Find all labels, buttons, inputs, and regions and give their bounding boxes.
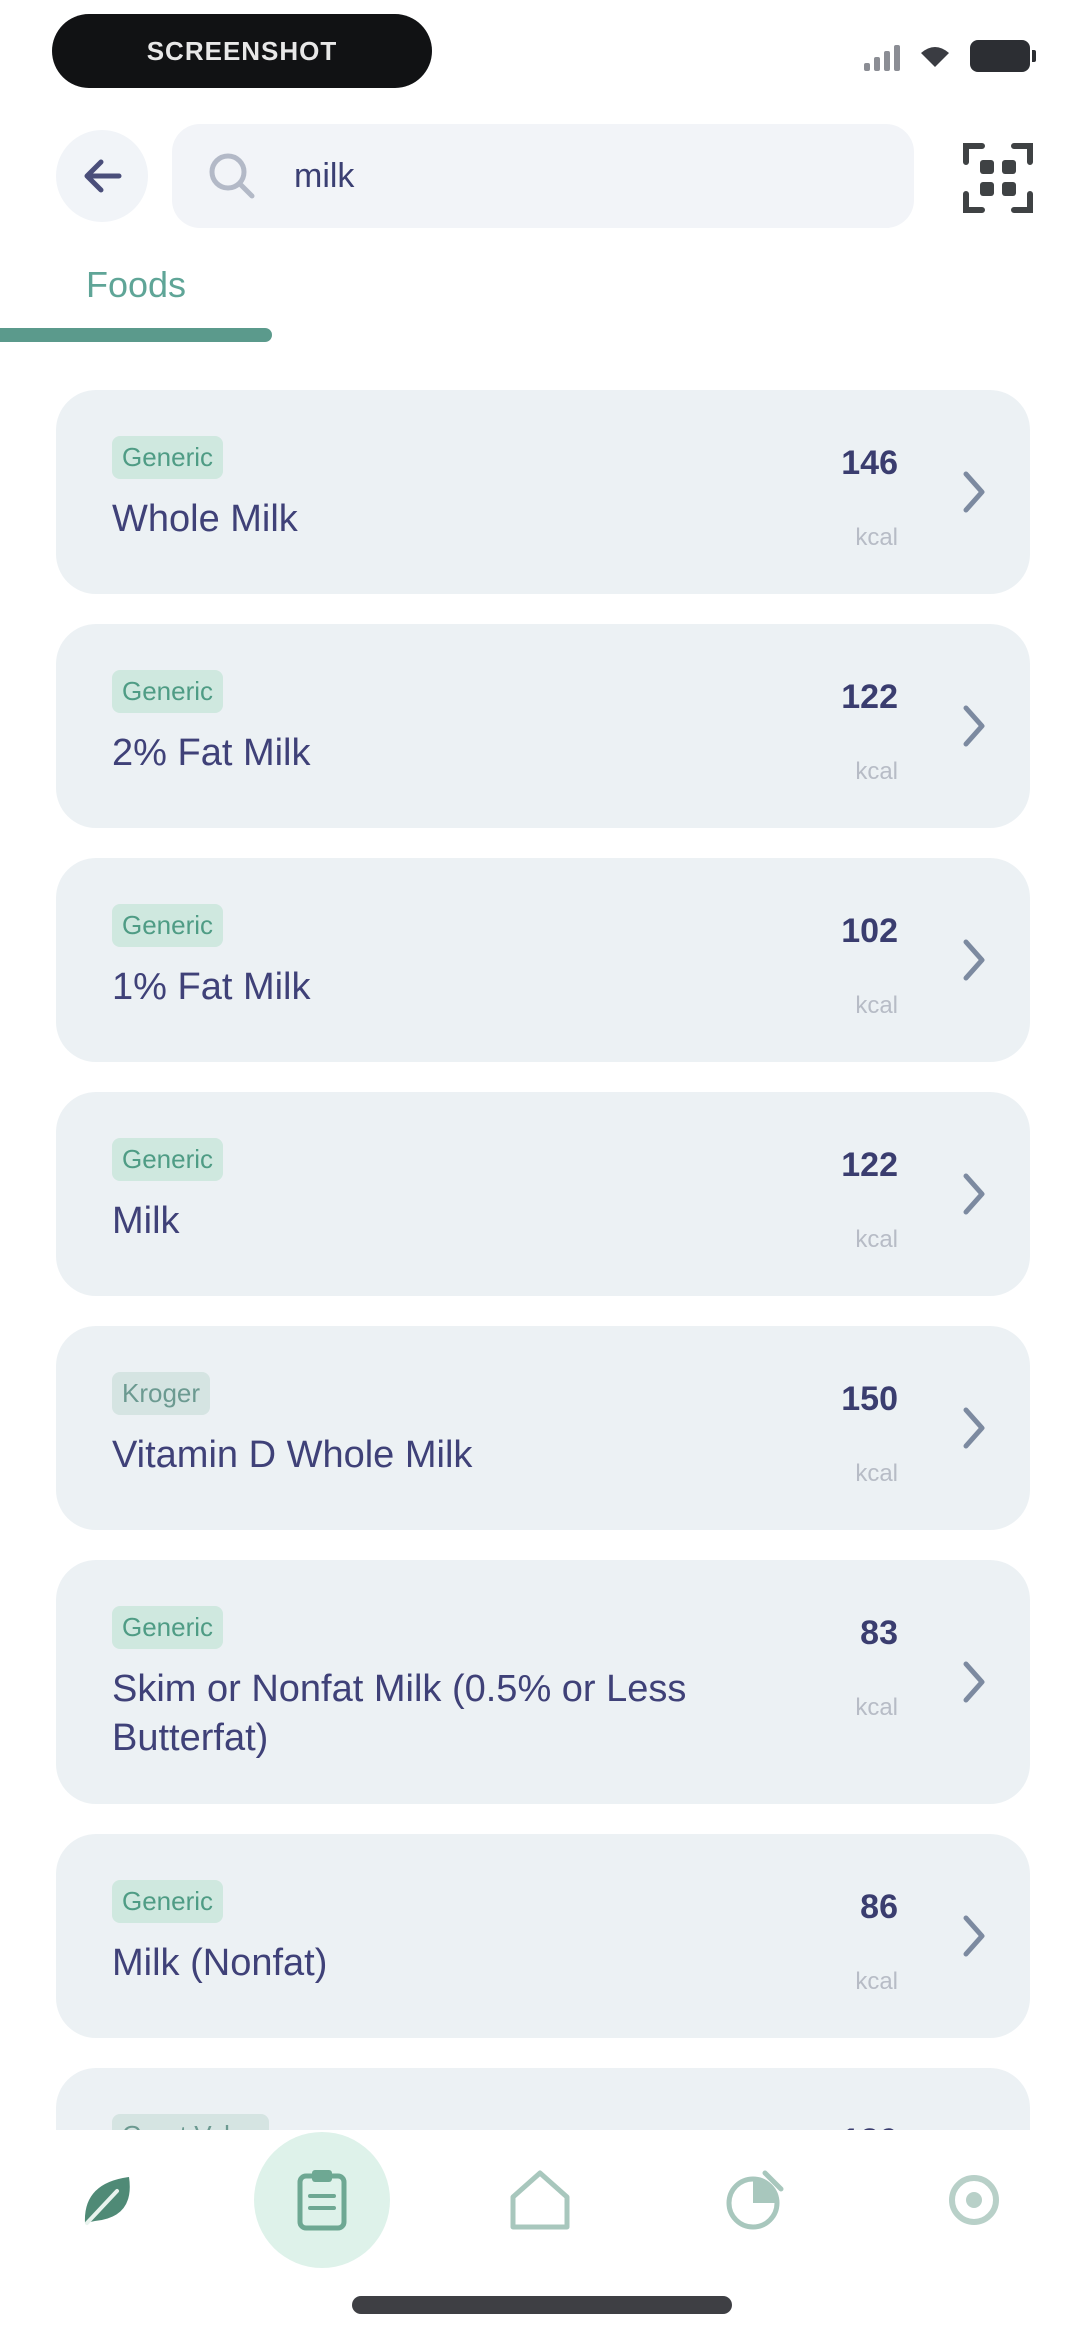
chart-icon	[726, 2170, 784, 2230]
nav-item-progress[interactable]	[686, 2130, 826, 2270]
food-calories: 83	[860, 1614, 898, 1652]
tab-foods-indicator	[0, 328, 272, 342]
food-calorie-unit: kcal	[855, 1226, 898, 1253]
search-input[interactable]	[294, 156, 854, 196]
food-source-tag: Kroger	[112, 1372, 211, 1415]
food-calories: 150	[841, 1380, 898, 1418]
food-card[interactable]: Kroger Vitamin D Whole Milk 150 kcal	[56, 1326, 1030, 1530]
food-calories: 86	[860, 1887, 898, 1926]
food-card[interactable]: Generic Whole Milk 146 kcal	[56, 390, 1030, 594]
screen-recording-pill: SCREENSHOT	[52, 14, 432, 88]
food-name: 2% Fat Milk	[112, 732, 311, 774]
battery-icon	[970, 40, 1036, 72]
nav-active-indicator	[254, 2132, 390, 2268]
wifi-icon	[921, 47, 949, 67]
food-card[interactable]: Generic Milk (Nonfat) 86 kcal	[56, 1833, 1030, 2038]
search-header	[0, 118, 1080, 238]
settings-icon	[949, 2175, 999, 2225]
nav-item-settings[interactable]	[904, 2130, 1044, 2270]
food-source-tag: Generic	[112, 1606, 224, 1649]
chevron-right-icon	[963, 939, 985, 981]
food-card[interactable]: Great ValueMilk120kcal	[56, 2067, 1030, 2130]
chevron-right-icon	[963, 1173, 985, 1215]
food-calorie-unit: kcal	[855, 1967, 898, 1995]
food-source-tag: Generic	[112, 436, 224, 479]
tab-foods-label: Foods	[85, 264, 187, 305]
food-name: Vitamin D Whole Milk	[112, 1434, 473, 1476]
signal-icon	[864, 41, 900, 71]
food-calorie-unit: kcal	[855, 1460, 898, 1487]
food-source-tag: Generic	[112, 904, 224, 947]
food-source-tag: Generic	[112, 1138, 224, 1181]
food-card[interactable]: Generic 1% Fat Milk 102 kcal	[56, 858, 1030, 1062]
food-calorie-unit: kcal	[855, 758, 898, 785]
food-source-tag: Generic	[112, 670, 224, 713]
food-calories: 120	[841, 2122, 898, 2130]
nav-item-log[interactable]	[252, 2130, 392, 2270]
food-name: 1% Fat Milk	[112, 966, 311, 1008]
food-calories: 102	[841, 912, 898, 950]
chevron-right-icon	[963, 1407, 985, 1449]
leaf-icon	[84, 2177, 130, 2225]
food-calorie-unit: kcal	[855, 1694, 898, 1721]
barcode-scan-button[interactable]	[956, 136, 1040, 220]
food-card[interactable]: Generic Milk 122 kcal	[56, 1092, 1030, 1296]
food-card[interactable]: Generic Skim or Nonfat Milk (0.5% or Less…	[56, 1560, 1030, 1804]
clipboard-icon	[297, 2170, 347, 2231]
bottom-nav	[0, 2130, 1080, 2270]
food-name: Whole Milk	[112, 498, 298, 540]
scan-icon	[963, 143, 1033, 213]
search-box[interactable]	[172, 124, 914, 228]
status-bar: SCREENSHOT	[0, 0, 1080, 110]
home-indicator	[352, 2296, 732, 2314]
chevron-right-icon	[963, 471, 985, 513]
food-calories: 122	[841, 1146, 898, 1184]
food-name: Skim or Nonfat Milk (0.5% or Less Butter…	[112, 1668, 687, 1760]
status-icons	[864, 40, 1036, 72]
status-pill-text: SCREENSHOT	[146, 35, 338, 66]
chevron-right-icon	[963, 1661, 985, 1703]
home-icon	[510, 2170, 570, 2230]
food-source-tag: Great Value	[112, 2113, 269, 2130]
search-icon	[209, 153, 255, 199]
food-calories: 146	[841, 444, 898, 482]
food-source-tag: Generic	[112, 1879, 224, 1923]
back-button[interactable]	[56, 130, 148, 222]
nav-item-home[interactable]	[470, 2130, 610, 2270]
arrow-left-icon	[84, 159, 122, 193]
chevron-right-icon	[963, 1915, 985, 1957]
nav-item-foods[interactable]	[38, 2130, 178, 2270]
tab-bar: Foods	[0, 250, 1080, 350]
food-calorie-unit: kcal	[855, 992, 898, 1019]
food-calories: 122	[841, 678, 898, 716]
food-card[interactable]: Generic 2% Fat Milk 122 kcal	[56, 624, 1030, 828]
food-list: Generic Whole Milk 146 kcal Generic 2% Fat Mi…	[56, 390, 1030, 2130]
food-calorie-unit: kcal	[855, 524, 898, 551]
chevron-right-icon	[963, 705, 985, 747]
food-name: Milk	[112, 1200, 180, 1242]
food-name: Milk (Nonfat)	[112, 1941, 328, 1984]
